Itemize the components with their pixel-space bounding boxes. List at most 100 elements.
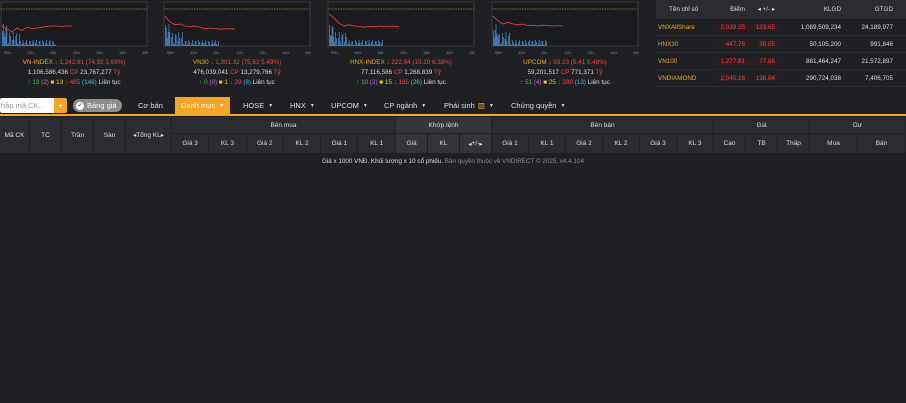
- col-buy[interactable]: KL 1: [359, 134, 396, 153]
- index-tile[interactable]: 09h 10h 11h 12h 13h 14h 15h VN-INDEX ↓ 1,242.9…: [0, 0, 148, 90]
- summary-row[interactable]: VNXAllShare 2,039.25 123.65 1,069,509,23…: [656, 19, 906, 36]
- col-ref[interactable]: TC: [30, 117, 62, 153]
- session-status: Liên tục: [98, 79, 121, 86]
- index-headline: VN-INDEX ↓ 1,242.91 (74.92 5.69%): [0, 59, 148, 66]
- axis-tick-label: 14h: [610, 50, 617, 55]
- volume-bar: [170, 45, 172, 46]
- volume-bar: [10, 36, 11, 46]
- summary-row[interactable]: VN100 1,277.81 77.66 881,464,247 21,572,…: [656, 53, 906, 70]
- volume-bar: [214, 42, 216, 46]
- volume-bar: [368, 40, 370, 46]
- board-toggle[interactable]: ✔ Bảng giá: [73, 99, 122, 112]
- col-sell[interactable]: Giá 3: [640, 134, 677, 153]
- col-total-volume[interactable]: ◂ Tổng KL ▸: [126, 117, 172, 153]
- volume-bar: [371, 42, 372, 46]
- index-chart: 09h 10h 11h 12h 13h 14h 15h: [0, 1, 148, 55]
- volume-bar: [514, 44, 516, 46]
- volume-bar: [522, 41, 524, 46]
- volume-bar: [500, 44, 501, 46]
- summary-row[interactable]: HNX30 447.76 39.05 50,105,200 991,846: [656, 36, 906, 53]
- axis-tick-label: 15h: [142, 50, 148, 55]
- summary-value: 7,406,705: [864, 74, 893, 82]
- volume-bar: [19, 34, 20, 46]
- volume-bar: [374, 45, 375, 46]
- index-tile[interactable]: 09h 10h 11h 12h 13h 14h 15h UPCOM ↓ 93.23 (5.4…: [491, 0, 639, 90]
- volume-bar: [504, 39, 506, 46]
- col-match-change[interactable]: ◂ +/- ▸: [460, 134, 492, 153]
- axis-tick-label: 13h: [96, 50, 103, 55]
- header-value: GTGD: [874, 5, 893, 13]
- col-ceiling[interactable]: Trần: [62, 117, 94, 153]
- tab-derivatives[interactable]: Phái sinh ▥ ▼: [444, 97, 494, 114]
- volume-bar: [182, 32, 183, 46]
- volume-bar: [31, 44, 33, 46]
- volume-bar: [5, 28, 7, 46]
- volume-bar: [382, 40, 383, 46]
- col-price[interactable]: TB: [746, 134, 778, 153]
- advancers: 13: [32, 79, 40, 86]
- volume-bar: [339, 42, 341, 46]
- volume-bar: [186, 45, 188, 46]
- advancers: 10: [361, 79, 369, 86]
- tab-warrants[interactable]: Chứng quyền ▼: [511, 97, 565, 114]
- volume-bar: [493, 30, 494, 46]
- col-floor[interactable]: Sàn: [94, 117, 126, 153]
- col-match-volume[interactable]: KL: [428, 134, 460, 153]
- col-buy[interactable]: Giá 2: [247, 134, 284, 153]
- col-sell[interactable]: Giá 2: [566, 134, 603, 153]
- tab-hose[interactable]: HOSE ▼: [243, 97, 273, 114]
- axis-tick-label: 10h: [190, 50, 197, 55]
- volume-bar: [4, 37, 6, 46]
- col-sell[interactable]: KL 1: [529, 134, 566, 153]
- summary-row[interactable]: VNDIAMOND 2,045.18 138.04 290,724,038 7,…: [656, 70, 906, 87]
- advancers: 51: [525, 79, 533, 86]
- volume-bar: [367, 44, 369, 46]
- down-arrow-icon: ↓: [64, 79, 69, 86]
- tab-upcom[interactable]: UPCOM ▼: [331, 97, 368, 114]
- header-change[interactable]: ◂ +/- ▸: [750, 6, 780, 13]
- col-remain[interactable]: Bán: [858, 134, 906, 153]
- col-price[interactable]: Cao: [714, 134, 746, 153]
- volume-bar: [211, 40, 213, 46]
- volume-bar: [181, 38, 182, 46]
- col-price[interactable]: Thấp: [778, 134, 810, 153]
- col-buy[interactable]: Giá 3: [172, 134, 210, 153]
- add-symbol-button[interactable]: +: [54, 98, 67, 113]
- unit-label: Tỷ: [113, 69, 121, 76]
- col-match-price[interactable]: Giá: [396, 134, 428, 153]
- volume-bar: [531, 41, 533, 46]
- volume-bar: [47, 44, 48, 46]
- col-remain[interactable]: Mua: [810, 134, 858, 153]
- tab-basic[interactable]: Cơ bản: [138, 97, 163, 114]
- decliners: 485: [69, 79, 81, 86]
- axis-tick-label: 11h: [377, 50, 383, 55]
- col-sell[interactable]: KL 3: [677, 134, 714, 153]
- volume-bar: [512, 42, 514, 46]
- col-symbol[interactable]: Mã CK: [0, 117, 30, 153]
- volume-bar: [46, 40, 47, 46]
- volume-bar: [171, 37, 172, 46]
- volume-bar: [519, 40, 520, 46]
- up-arrow-icon: ↑: [27, 79, 31, 86]
- up-arrow-icon: ↑: [520, 79, 524, 86]
- tab-watchlist[interactable]: Danh mục ▼: [175, 97, 231, 114]
- down-arrow-icon: ↓: [54, 59, 58, 66]
- tab-hnx[interactable]: HNX ▼: [290, 97, 315, 114]
- toolbar-divider: [0, 114, 906, 116]
- volume-bar: [329, 35, 331, 46]
- search-input[interactable]: hập mã CK...: [0, 98, 54, 113]
- copyright: Bản quyền thuộc về VNDIRECT © 2025. v4.4…: [444, 158, 585, 165]
- tab-industry[interactable]: CP ngành ▼: [384, 97, 426, 114]
- index-tile[interactable]: 09h 10h 11h 12h 13h 14h 15h HNX-INDEX ↓ 222.94…: [327, 0, 475, 90]
- group-sell: Bên bán: [492, 117, 714, 134]
- col-buy[interactable]: KL 2: [284, 134, 322, 153]
- decliners: 280: [562, 79, 574, 86]
- col-sell[interactable]: Giá 1: [492, 134, 529, 153]
- floor-count: (8): [243, 79, 251, 86]
- col-buy[interactable]: KL 3: [209, 134, 247, 153]
- col-sell[interactable]: KL 2: [603, 134, 640, 153]
- index-tile[interactable]: 09h 10h 11h 12h 13h 14h 15h VN30 ↓ 1,301.32 (7…: [163, 0, 311, 90]
- col-buy[interactable]: Giá 1: [321, 134, 359, 153]
- volume-bar: [183, 44, 184, 46]
- volume-bar: [377, 44, 379, 46]
